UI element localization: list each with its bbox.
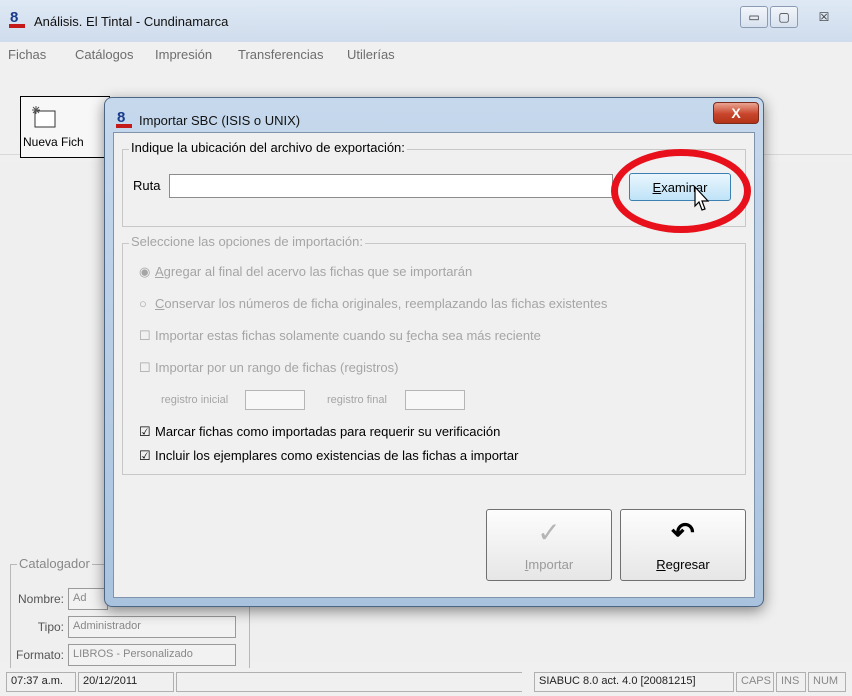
checkbox-unchecked-icon: ☐ bbox=[139, 328, 151, 343]
menu-impresion[interactable]: Impresión bbox=[155, 47, 212, 62]
minimize-button[interactable]: ▭ bbox=[740, 6, 768, 28]
start-record-label: registro inicial bbox=[161, 394, 229, 406]
type-label: Tipo: bbox=[37, 620, 64, 634]
append-option[interactable]: ◉ Agregar al final del acervo las fichas … bbox=[139, 264, 472, 280]
maximize-button[interactable]: ▢ bbox=[770, 6, 798, 28]
catalogador-group-title: Catalogador bbox=[17, 556, 92, 571]
check-icon: ✓ bbox=[537, 517, 561, 548]
new-record-label: Nueva Fich bbox=[23, 135, 84, 149]
import-label: Importar bbox=[524, 557, 574, 572]
checkbox-checked-icon: ☑ bbox=[139, 448, 151, 463]
siabuc-logo-icon: 8 bbox=[9, 9, 25, 28]
import-button[interactable]: ✓ Importar bbox=[486, 509, 612, 581]
menu-bar: Fichas Catálogos Impresión Transferencia… bbox=[0, 42, 852, 66]
location-group-title: Indique la ubicación del archivo de expo… bbox=[129, 140, 407, 155]
return-button[interactable]: ↶ Regresar bbox=[620, 509, 746, 581]
highlight-circle bbox=[611, 149, 751, 233]
end-record-input[interactable] bbox=[405, 390, 465, 410]
name-label: Nombre: bbox=[17, 592, 64, 606]
status-bar: 07:37 a.m. 20/12/2011 SIABUC 8.0 act. 4.… bbox=[0, 668, 852, 696]
end-record-label: registro final bbox=[327, 394, 387, 406]
dialog-title: Importar SBC (ISIS o UNIX) bbox=[139, 113, 301, 128]
mouse-cursor-icon bbox=[694, 186, 710, 211]
options-group: Seleccione las opciones de importación: … bbox=[122, 234, 746, 475]
recent-only-checkbox[interactable]: ☐ Importar estas fichas solamente cuando … bbox=[139, 328, 541, 344]
window-title: Análisis. El Tintal - Cundinamarca bbox=[34, 14, 229, 29]
status-num: NUM bbox=[808, 672, 846, 692]
format-field[interactable]: LIBROS - Personalizado bbox=[68, 644, 236, 666]
menu-utilerias[interactable]: Utilerías bbox=[347, 47, 395, 62]
preserve-option[interactable]: ○ Conservar los números de ficha original… bbox=[139, 296, 607, 311]
window-close-button[interactable]: ☒ bbox=[802, 6, 846, 28]
range-checkbox[interactable]: ☐ Importar por un rango de fichas (regist… bbox=[139, 360, 399, 376]
menu-transferencias[interactable]: Transferencias bbox=[238, 47, 324, 62]
menu-fichas[interactable]: Fichas bbox=[8, 47, 46, 62]
status-time: 07:37 a.m. bbox=[6, 672, 76, 692]
status-caps: CAPS bbox=[736, 672, 774, 692]
checkbox-unchecked-icon: ☐ bbox=[139, 360, 151, 375]
dialog-close-button[interactable]: X bbox=[713, 102, 759, 124]
type-field[interactable]: Administrador bbox=[68, 616, 236, 638]
mark-imported-checkbox[interactable]: ☑ Marcar fichas como importadas para requ… bbox=[139, 424, 500, 440]
include-copies-checkbox[interactable]: ☑ Incluir los ejemplares como existencias… bbox=[139, 448, 518, 464]
svg-text:8: 8 bbox=[117, 109, 125, 126]
format-label: Formato: bbox=[15, 648, 64, 662]
status-date: 20/12/2011 bbox=[78, 672, 174, 692]
new-record-button[interactable]: Nueva Fich bbox=[20, 96, 110, 158]
status-version: SIABUC 8.0 act. 4.0 [20081215] bbox=[534, 672, 734, 692]
siabuc-logo-icon: 8 bbox=[116, 109, 132, 128]
radio-unselected-icon: ○ bbox=[139, 296, 147, 311]
return-label: Regresar bbox=[656, 557, 710, 572]
title-bar: 8 Análisis. El Tintal - Cundinamarca ▭ ▢… bbox=[0, 0, 852, 42]
radio-selected-icon: ◉ bbox=[139, 264, 151, 279]
status-ins: INS bbox=[776, 672, 806, 692]
return-arrow-icon: ↶ bbox=[671, 517, 695, 548]
start-record-input[interactable] bbox=[245, 390, 305, 410]
checkbox-checked-icon: ☑ bbox=[139, 424, 151, 439]
menu-catalogos[interactable]: Catálogos bbox=[75, 47, 134, 62]
new-document-icon bbox=[32, 106, 56, 128]
status-blank bbox=[176, 672, 522, 692]
ruta-input[interactable] bbox=[169, 174, 613, 198]
ruta-label: Ruta bbox=[133, 178, 161, 193]
svg-text:8: 8 bbox=[10, 9, 18, 26]
options-group-title: Seleccione las opciones de importación: bbox=[129, 234, 365, 249]
name-field[interactable]: Ad bbox=[68, 588, 108, 610]
